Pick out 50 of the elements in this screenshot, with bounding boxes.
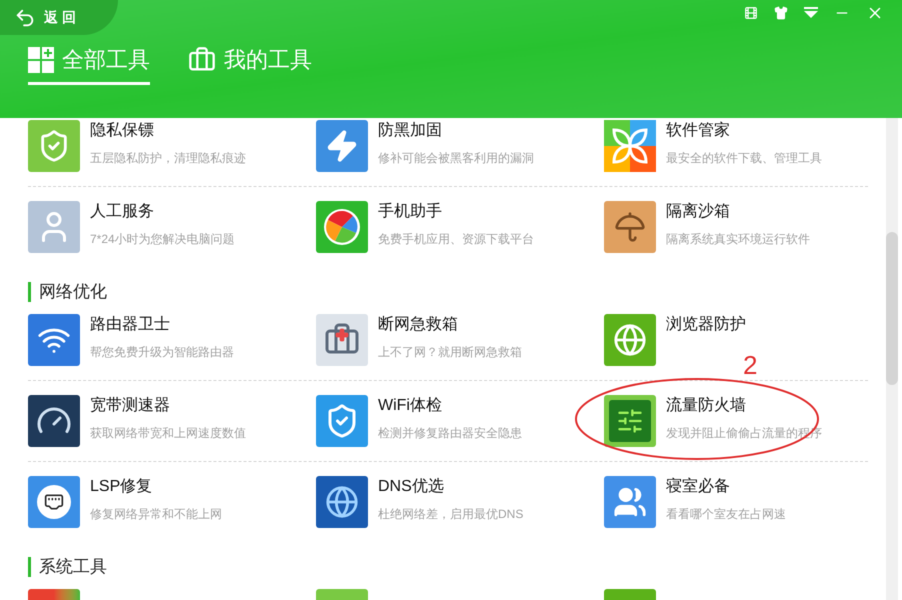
tool-name[interactable]: WiFi体检 bbox=[378, 395, 522, 417]
tool-description: 修复网络异常和不能上网 bbox=[90, 506, 222, 522]
tool-name[interactable]: 防黑加固 bbox=[378, 120, 534, 142]
tool-description: 7*24小时为您解决电脑问题 bbox=[90, 231, 235, 247]
wifi-icon bbox=[28, 314, 80, 366]
tool-description: 看看哪个室友在占网速 bbox=[666, 506, 786, 522]
tool-description: 杜绝网络差，启用最优DNS bbox=[378, 506, 524, 522]
globe-icon bbox=[316, 476, 368, 528]
video-icon[interactable] bbox=[744, 6, 758, 20]
shield-lock-icon bbox=[28, 120, 80, 172]
tool-name[interactable]: 浏览器防护 bbox=[666, 314, 746, 336]
users-icon bbox=[604, 476, 656, 528]
tool-name[interactable]: 寝室必备 bbox=[666, 476, 786, 498]
tool-name[interactable]: 断网急救箱 bbox=[378, 314, 522, 336]
lightning-icon bbox=[316, 120, 368, 172]
shirt-icon[interactable] bbox=[774, 6, 788, 20]
tool-description: 免费手机应用、资源下载平台 bbox=[378, 231, 534, 247]
tool-name[interactable]: DNS优选 bbox=[378, 476, 524, 498]
tool-name[interactable]: 软件管家 bbox=[666, 120, 822, 142]
dropdown-icon[interactable] bbox=[804, 7, 818, 19]
flower-icon bbox=[604, 120, 656, 172]
tool-name[interactable]: 路由器卫士 bbox=[90, 314, 234, 336]
umbrella-icon bbox=[604, 201, 656, 253]
scrollbar-thumb[interactable] bbox=[886, 232, 898, 385]
first-aid-kit-icon bbox=[316, 314, 368, 366]
annotation-number: 2 bbox=[743, 350, 758, 380]
grid-plus-icon bbox=[28, 46, 54, 72]
briefcase-icon bbox=[188, 46, 216, 74]
person-silhouette-icon bbox=[28, 201, 80, 253]
tool-name[interactable]: 隐私保镖 bbox=[90, 120, 246, 142]
network-port-icon bbox=[28, 476, 80, 528]
tool-name[interactable]: 宽带测速器 bbox=[90, 395, 246, 417]
back-arrow-icon bbox=[14, 6, 36, 28]
tool-description: 最安全的软件下载、管理工具 bbox=[666, 150, 822, 166]
tool-description: 上不了网？就用断网急救箱 bbox=[378, 344, 522, 360]
tool-name[interactable]: LSP修复 bbox=[90, 476, 222, 498]
gauge-icon bbox=[28, 395, 80, 447]
shield-wifi-icon bbox=[316, 395, 368, 447]
tool-description: 获取网络带宽和上网速度数值 bbox=[90, 425, 246, 441]
tool-description: 检测并修复路由器安全隐患 bbox=[378, 425, 522, 441]
tool-name[interactable]: 隔离沙箱 bbox=[666, 201, 810, 223]
tool-description: 帮您免费升级为智能路由器 bbox=[90, 344, 234, 360]
globe-icon bbox=[604, 314, 656, 366]
tool-name[interactable]: 人工服务 bbox=[90, 201, 235, 223]
tool-description: 五层隐私防护，清理隐私痕迹 bbox=[90, 150, 246, 166]
tool-name[interactable]: 手机助手 bbox=[378, 201, 534, 223]
sliders-icon bbox=[604, 395, 656, 447]
tool-description: 隔离系统真实环境运行软件 bbox=[666, 231, 810, 247]
tool-name[interactable]: 流量防火墙 bbox=[666, 395, 822, 417]
tool-description: 修补可能会被黑客利用的漏洞 bbox=[378, 150, 534, 166]
